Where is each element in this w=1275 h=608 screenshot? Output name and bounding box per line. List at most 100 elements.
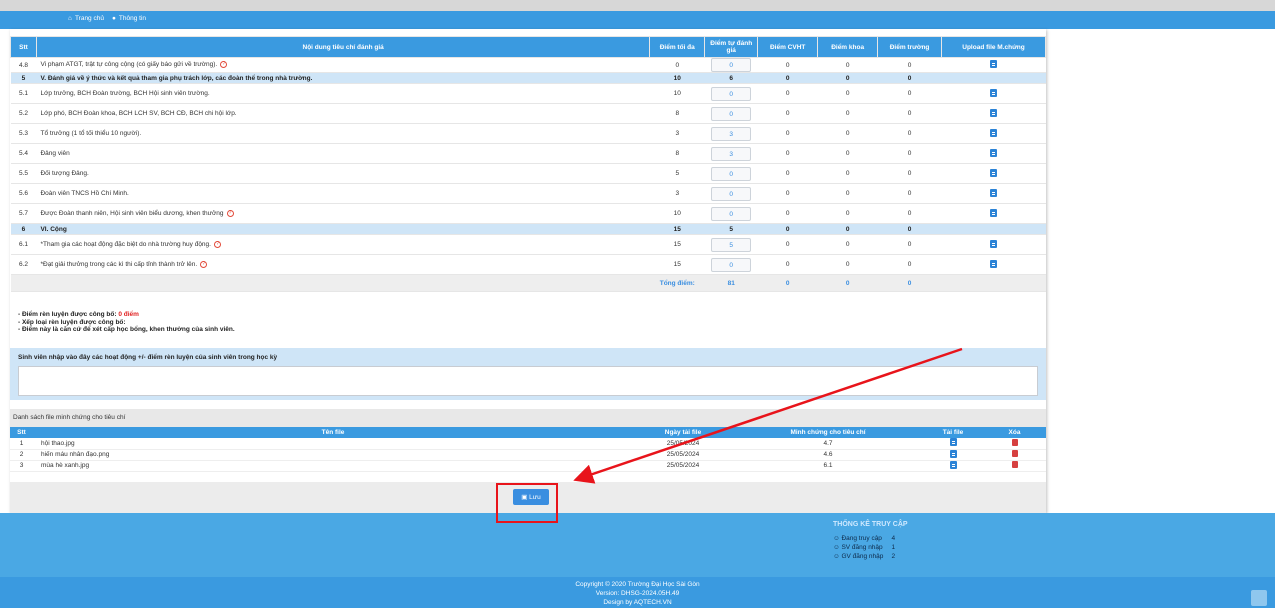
help-icon[interactable]: ? [200,260,208,268]
criteria-truong: 0 [877,223,942,235]
criteria-row: 4.8 Vi phạm ATGT, trật tự công cộng (có g… [10,57,1046,73]
criteria-truong: 0 [877,203,942,224]
criteria-khoa: 0 [817,203,878,224]
activity-note-input[interactable] [18,366,1038,396]
help-icon[interactable]: ? [226,209,234,217]
file-date: 25/05/2024 [633,460,733,472]
criteria-truong: 0 [877,72,942,84]
criteria-upload [941,57,1046,73]
upload-file-icon[interactable] [990,128,998,137]
criteria-row: 5.5 Đối tượng Đảng. 5 0 0 0 0 [10,163,1046,184]
upload-file-icon[interactable] [990,208,998,217]
file-date: 25/05/2024 [633,438,733,450]
teacher-icon: ☺ [833,553,842,560]
criteria-max: 10 [649,203,705,224]
self-score-input[interactable]: 3 [711,146,752,161]
upload-file-icon[interactable] [990,148,998,157]
criteria-stt: 4.8 [10,57,37,73]
download-icon[interactable] [949,460,957,469]
criteria-khoa: 0 [817,254,878,275]
criteria-truong: 0 [877,57,942,73]
criteria-khoa: 0 [817,103,878,124]
self-score-input[interactable]: 0 [711,257,752,272]
criteria-khoa: 0 [817,57,878,73]
file-header-0: Stt [10,427,33,438]
total-empty [10,274,37,292]
total-empty [36,274,650,292]
criteria-content: Vi phạm ATGT, trật tự công cộng (có giấy… [36,57,650,73]
help-icon[interactable]: ? [220,61,228,69]
download-icon[interactable] [949,438,957,447]
criteria-truong: 0 [877,163,942,184]
criteria-section-row: 6 VI. Cộng 15 5 0 0 0 [10,223,1046,235]
criteria-stt: 6.1 [10,234,37,255]
criteria-cvht: 0 [757,143,818,164]
file-delete-cell [983,460,1046,472]
upload-file-icon[interactable] [990,259,998,268]
upload-file-icon[interactable] [990,108,998,117]
self-score-input[interactable]: 0 [711,58,752,72]
criteria-content-text: *Tham gia các hoạt động đặc biệt do nhà … [40,241,211,249]
self-score-input[interactable]: 0 [711,166,752,181]
self-score-input[interactable]: 0 [711,186,752,201]
criteria-header-7: Upload file M.chứng [941,36,1046,58]
footer-version: Version: DHSG-2024.05H.49 [595,590,680,597]
criteria-upload [941,223,1046,235]
file-criterion: 6.1 [733,460,923,472]
upload-file-icon[interactable] [990,88,998,97]
criteria-upload [941,72,1046,84]
file-criterion: 4.7 [733,438,923,450]
self-score-input[interactable]: 0 [711,206,752,221]
file-table: Stt Tên file Ngày tải file Minh chứng cho t… [10,427,1046,472]
stats-online: ☺ Đang truy cập 4 [833,535,896,542]
criteria-row: 5.6 Đoàn viên TNCS Hồ Chí Minh. 3 0 0 0 0 [10,183,1046,204]
criteria-cvht: 0 [757,254,818,275]
criteria-content-text: VI. Cộng [40,225,67,233]
evaluation-panel: Stt Nội dung tiêu chí đánh giá Điểm tối đa… [10,29,1046,513]
criteria-truong: 0 [877,123,942,144]
upload-file-icon[interactable] [990,188,998,197]
self-score-input[interactable]: 0 [711,86,752,101]
file-criterion: 4.6 [733,449,923,461]
total-truong: 0 [877,274,942,292]
criteria-self-cell: 5 [704,234,758,255]
criteria-truong: 0 [877,183,942,204]
criteria-khoa: 0 [817,183,878,204]
score-notes: - Điểm rèn luyện được công bố: 0 điểm - … [18,311,235,333]
criteria-self-cell: 0 [704,103,758,124]
footer-copyright: Copyright © 2020 Trường Đại Học Sài Gòn [575,581,700,588]
self-score-input[interactable]: 0 [711,106,752,121]
self-score-input[interactable]: 5 [711,237,752,252]
file-stt: 2 [10,449,33,461]
download-icon[interactable] [949,449,957,458]
criteria-stt: 5.3 [10,123,37,144]
trash-icon[interactable] [1011,450,1018,457]
criteria-stt: 5.4 [10,143,37,164]
criteria-content: Đối tượng Đảng. [36,163,650,184]
self-score-input[interactable]: 3 [711,126,752,141]
criteria-cvht: 0 [757,163,818,184]
scroll-top-button[interactable] [1251,590,1267,606]
annotation-highlight-box [496,483,558,523]
trash-icon[interactable] [1011,438,1018,446]
criteria-khoa: 0 [817,234,878,255]
page-footer: Copyright © 2020 Trường Đại Học Sài Gòn … [0,577,1275,608]
upload-file-icon[interactable] [990,60,998,68]
criteria-truong: 0 [877,254,942,275]
trash-icon[interactable] [1011,461,1018,468]
upload-file-icon[interactable] [990,168,998,177]
users-icon: ☺ [833,535,842,542]
nav-home-link[interactable]: ⌂ Trang chủ [68,15,104,22]
criteria-max: 8 [649,103,705,124]
criteria-stt: 5.2 [10,103,37,124]
nav-info-link[interactable]: ● Thông tin [112,15,146,22]
help-icon[interactable]: ? [213,240,221,248]
file-name: mùa hè xanh.jpg [33,460,633,472]
criteria-upload [941,234,1046,255]
footer-design: Design by AQTECH.VN [603,599,672,606]
criteria-content-text: Đảng viên [40,150,70,157]
home-icon: ⌂ [68,15,72,22]
upload-file-icon[interactable] [990,239,998,248]
criteria-table: Stt Nội dung tiêu chí đánh giá Điểm tối đa… [10,36,1046,292]
criteria-cvht: 0 [757,123,818,144]
